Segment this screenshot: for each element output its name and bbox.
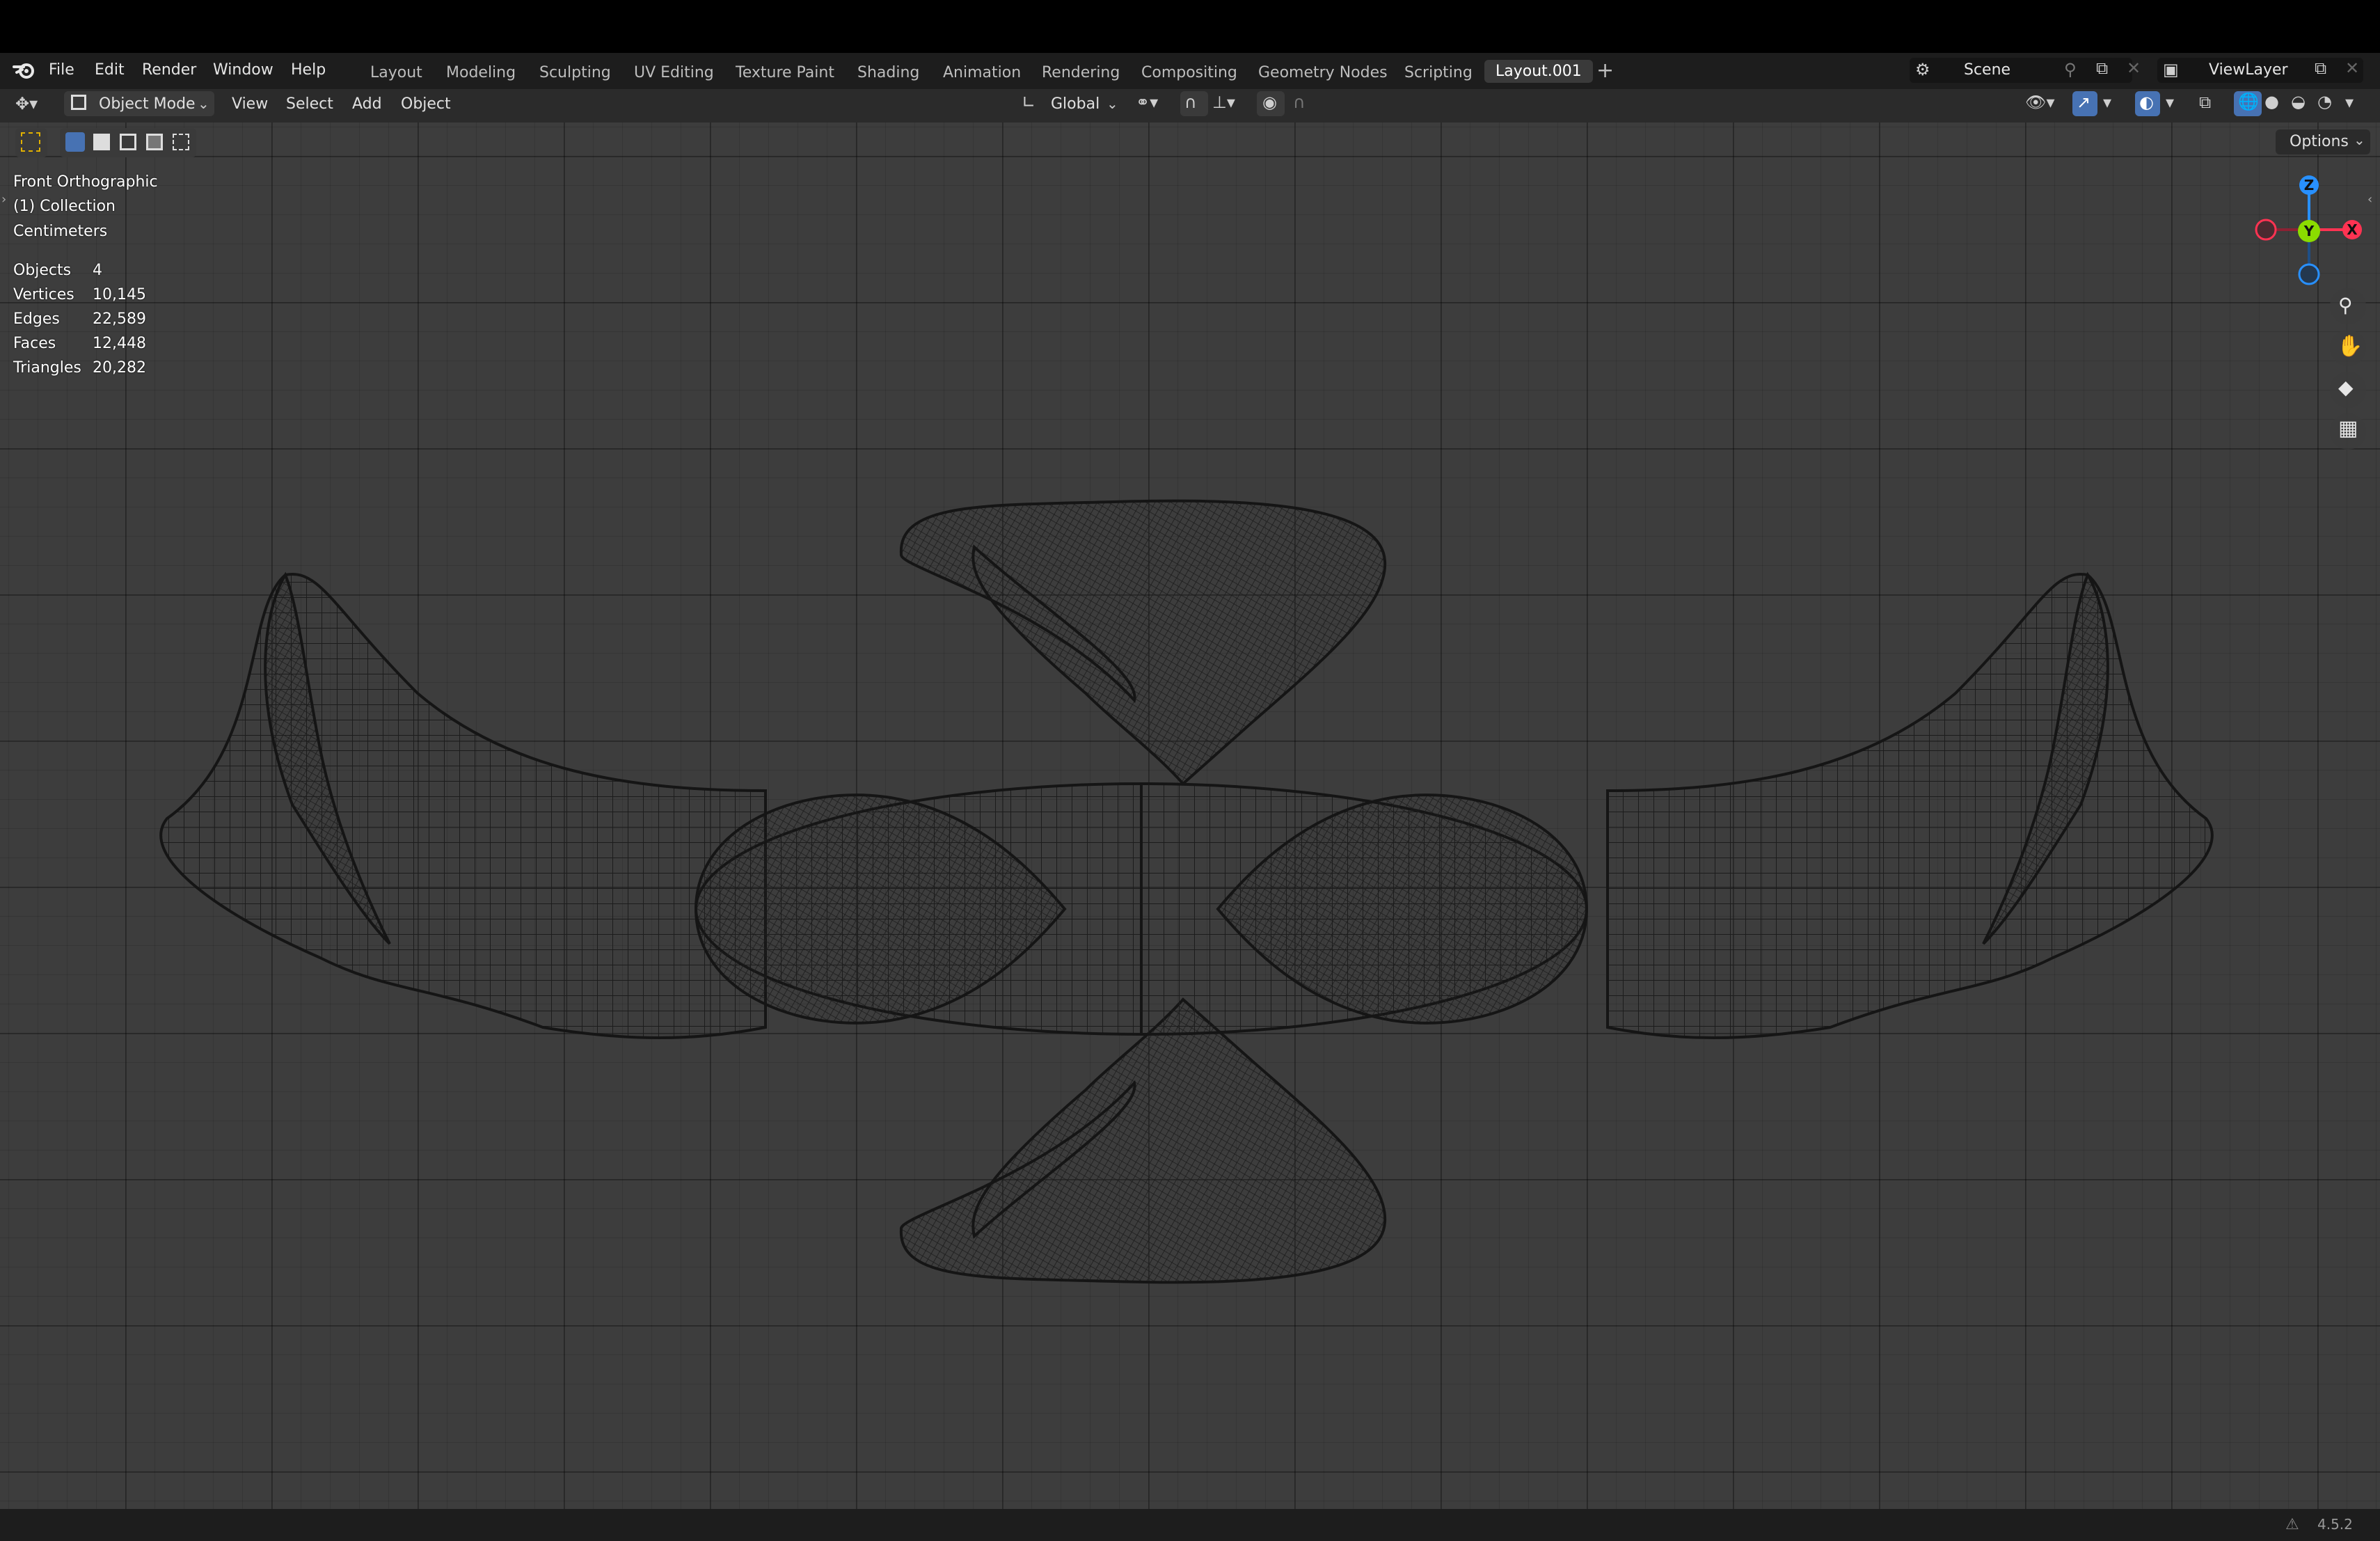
menu-view[interactable]: View	[232, 95, 268, 113]
blender-logo-icon[interactable]	[13, 60, 38, 81]
pivot-point-icon[interactable]: ⚭▾	[1136, 93, 1158, 112]
falloff-icon[interactable]: ∩	[1293, 93, 1306, 112]
transform-orientation[interactable]: Global	[1051, 95, 1100, 113]
menu-render[interactable]: Render	[142, 61, 196, 79]
menu-object[interactable]: Object	[401, 95, 451, 113]
new-view-layer-icon[interactable]: ⧉	[2315, 58, 2326, 78]
delete-view-layer-icon[interactable]: ✕	[2345, 58, 2359, 78]
network-icon: ⚠	[2285, 1516, 2299, 1533]
tab-modeling[interactable]: Modeling	[446, 64, 516, 81]
delete-scene-icon[interactable]: ✕	[2127, 58, 2141, 78]
view-layer-icon: ▣	[2163, 60, 2179, 79]
tab-animation[interactable]: Animation	[943, 64, 1021, 81]
menu-window[interactable]: Window	[213, 61, 273, 79]
gizmo-icon: ↗	[2077, 93, 2091, 112]
editor-type-icon[interactable]: ✥▾	[15, 94, 38, 113]
material-preview-icon[interactable]: ◒	[2291, 92, 2306, 111]
tab-layout[interactable]: Layout	[370, 64, 422, 81]
overlay-icon: ◐	[2139, 93, 2154, 112]
status-bar	[0, 1509, 2380, 1541]
wireframe-mesh[interactable]	[0, 123, 2380, 1509]
add-workspace-icon[interactable]: +	[1596, 58, 1614, 83]
chevron-down-icon[interactable]: ⌄	[1106, 95, 1118, 112]
mode-label[interactable]: Object Mode	[99, 95, 196, 113]
menu-select[interactable]: Select	[286, 95, 333, 113]
xray-icon[interactable]: ⧉	[2199, 93, 2211, 112]
scene-name[interactable]: Scene	[1964, 61, 2010, 79]
chevron-down-icon: ⌄	[198, 95, 209, 112]
wireframe-icon: 🌐	[2238, 92, 2259, 111]
view-layer-name[interactable]: ViewLayer	[2209, 61, 2288, 79]
tab-uv-editing[interactable]: UV Editing	[634, 64, 714, 81]
tab-sculpting[interactable]: Sculpting	[539, 64, 611, 81]
tab-layout-001[interactable]: Layout.001	[1484, 60, 1593, 83]
tab-scripting[interactable]: Scripting	[1404, 64, 1473, 81]
version-label: 4.5.2	[2317, 1516, 2353, 1533]
tab-compositing[interactable]: Compositing	[1141, 64, 1237, 81]
menu-help[interactable]: Help	[291, 61, 326, 79]
tab-geometry-nodes[interactable]: Geometry Nodes	[1258, 64, 1388, 81]
menu-file[interactable]: File	[49, 61, 74, 79]
menu-add[interactable]: Add	[352, 95, 382, 113]
gizmo-dropdown-icon[interactable]: ▾	[2103, 93, 2111, 112]
transform-orientation-icon: ∟	[1022, 93, 1036, 112]
menu-edit[interactable]: Edit	[95, 61, 125, 79]
rendered-shading-icon[interactable]: ◔	[2317, 92, 2332, 111]
visibility-icon[interactable]: 👁▾	[2025, 93, 2055, 112]
overlay-dropdown-icon[interactable]: ▾	[2166, 93, 2174, 112]
tab-shading[interactable]: Shading	[857, 64, 919, 81]
new-scene-icon[interactable]: ⧉	[2096, 58, 2108, 78]
tab-rendering[interactable]: Rendering	[1042, 64, 1120, 81]
magnet-icon: ∩	[1184, 93, 1197, 112]
object-mode-icon	[71, 95, 86, 110]
tab-texture-paint[interactable]: Texture Paint	[736, 64, 834, 81]
shading-dropdown-icon[interactable]: ▾	[2345, 93, 2354, 112]
snap-target-icon[interactable]: ⊥▾	[1212, 93, 1235, 112]
pin-icon[interactable]: ⚲	[2064, 60, 2077, 79]
proportional-edit-icon: ◉	[1262, 93, 1277, 112]
scene-icon: ⚙	[1915, 60, 1930, 79]
solid-shading-icon[interactable]: ●	[2264, 92, 2279, 111]
